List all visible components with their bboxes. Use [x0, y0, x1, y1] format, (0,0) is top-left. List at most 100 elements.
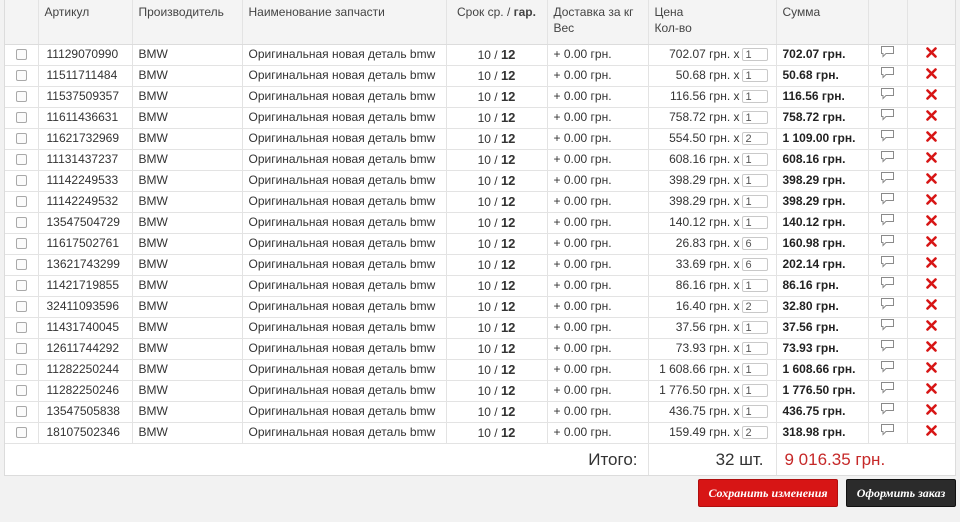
row-checkbox[interactable] [15, 133, 27, 145]
unit-price: 702.07 грн. x [669, 47, 740, 61]
quantity-input[interactable]: 1 [741, 363, 768, 377]
delete-cell [907, 65, 955, 87]
row-checkbox[interactable] [15, 154, 27, 166]
comment-icon[interactable] [880, 381, 895, 400]
comment-icon[interactable] [880, 45, 895, 64]
row-checkbox[interactable] [15, 322, 27, 334]
row-checkbox[interactable] [15, 427, 27, 439]
term-guaranteed: 12 [500, 46, 516, 62]
row-checkbox[interactable] [15, 301, 27, 313]
quantity-input[interactable]: 2 [741, 300, 768, 314]
quantity-input[interactable]: 1 [741, 174, 768, 188]
quantity-input[interactable]: 1 [741, 342, 768, 356]
article-number: 13547504729 [38, 212, 133, 234]
delete-icon[interactable] [925, 108, 937, 127]
part-name: Оригинальная новая деталь bmw [242, 212, 447, 234]
quantity-input[interactable]: 1 [741, 216, 768, 230]
term-average: 10 [477, 131, 491, 146]
quantity-input[interactable]: 6 [741, 258, 768, 272]
quantity-input[interactable]: 1 [741, 279, 768, 293]
delete-icon[interactable] [925, 150, 937, 169]
delete-icon[interactable] [925, 423, 937, 442]
quantity-input[interactable]: 6 [741, 237, 768, 251]
part-name: Оригинальная новая деталь bmw [242, 338, 447, 360]
row-checkbox[interactable] [15, 364, 27, 376]
delete-icon[interactable] [925, 381, 937, 400]
quantity-input[interactable]: 1 [741, 69, 768, 83]
quantity-input[interactable]: 1 [741, 384, 768, 398]
comment-icon[interactable] [880, 276, 895, 295]
comment-icon[interactable] [880, 66, 895, 85]
delete-icon[interactable] [925, 402, 937, 421]
row-checkbox[interactable] [15, 49, 27, 61]
delete-icon[interactable] [925, 192, 937, 211]
row-checkbox[interactable] [15, 196, 27, 208]
quantity-input[interactable]: 1 [741, 195, 768, 209]
comment-icon[interactable] [880, 255, 895, 274]
delete-icon[interactable] [925, 171, 937, 190]
delete-icon[interactable] [925, 318, 937, 337]
table-row: 32411093596 BMW Оригинальная новая деталь … [5, 296, 955, 318]
term-average: 10 [477, 47, 491, 62]
row-checkbox[interactable] [15, 112, 27, 124]
row-sum: 32.80 грн. [776, 296, 869, 318]
comment-icon[interactable] [880, 150, 895, 169]
row-checkbox[interactable] [15, 385, 27, 397]
delete-icon[interactable] [925, 297, 937, 316]
delete-icon[interactable] [925, 87, 937, 106]
comment-icon[interactable] [880, 297, 895, 316]
row-checkbox[interactable] [15, 259, 27, 271]
row-checkbox[interactable] [15, 91, 27, 103]
term-guaranteed: 12 [500, 193, 516, 209]
delete-icon[interactable] [925, 66, 937, 85]
quantity-input[interactable]: 2 [741, 132, 768, 146]
quantity-input[interactable]: 1 [741, 90, 768, 104]
comment-icon[interactable] [880, 171, 895, 190]
comment-icon[interactable] [880, 234, 895, 253]
delivery-cost: + 0.00 грн. [547, 317, 649, 339]
row-checkbox[interactable] [15, 406, 27, 418]
row-checkbox[interactable] [15, 175, 27, 187]
comment-cell [868, 128, 908, 150]
delete-icon[interactable] [925, 45, 937, 64]
save-changes-button[interactable]: Сохранить изменения [698, 479, 838, 507]
delete-icon[interactable] [925, 360, 937, 379]
total-row: Итого: 32 шт. 9 016.35 грн. [5, 443, 955, 475]
comment-icon[interactable] [880, 87, 895, 106]
row-checkbox[interactable] [15, 217, 27, 229]
row-checkbox[interactable] [15, 70, 27, 82]
comment-icon[interactable] [880, 339, 895, 358]
comment-icon[interactable] [880, 360, 895, 379]
delete-icon[interactable] [925, 255, 937, 274]
row-checkbox[interactable] [15, 343, 27, 355]
delete-icon[interactable] [925, 213, 937, 232]
comment-icon[interactable] [880, 213, 895, 232]
cart-rows: 11129070990 BMW Оригинальная новая деталь … [5, 44, 955, 444]
comment-icon[interactable] [880, 129, 895, 148]
quantity-input[interactable]: 1 [741, 321, 768, 335]
delete-icon[interactable] [925, 339, 937, 358]
row-checkbox[interactable] [15, 280, 27, 292]
quantity-input[interactable]: 1 [741, 48, 768, 62]
table-row: 11142249532 BMW Оригинальная новая деталь … [5, 191, 955, 213]
table-row: 11142249533 BMW Оригинальная новая деталь … [5, 170, 955, 192]
comment-icon[interactable] [880, 402, 895, 421]
unit-price: 398.29 грн. x [669, 194, 740, 208]
delete-icon[interactable] [925, 234, 937, 253]
comment-icon[interactable] [880, 318, 895, 337]
comment-cell [868, 296, 908, 318]
quantity-input[interactable]: 1 [741, 153, 768, 167]
comment-icon[interactable] [880, 423, 895, 442]
quantity-input[interactable]: 1 [741, 111, 768, 125]
comment-icon[interactable] [880, 108, 895, 127]
header-manufacturer: Производитель [132, 0, 243, 45]
price-cell: 398.29 грн. x1 [648, 170, 777, 192]
quantity-input[interactable]: 1 [741, 405, 768, 419]
delete-icon[interactable] [925, 276, 937, 295]
place-order-button[interactable]: Оформить заказ [846, 479, 956, 507]
quantity-input[interactable]: 2 [741, 426, 768, 440]
delete-icon[interactable] [925, 129, 937, 148]
comment-icon[interactable] [880, 192, 895, 211]
delivery-term: 10 / 12 [446, 44, 548, 66]
row-checkbox[interactable] [15, 238, 27, 250]
